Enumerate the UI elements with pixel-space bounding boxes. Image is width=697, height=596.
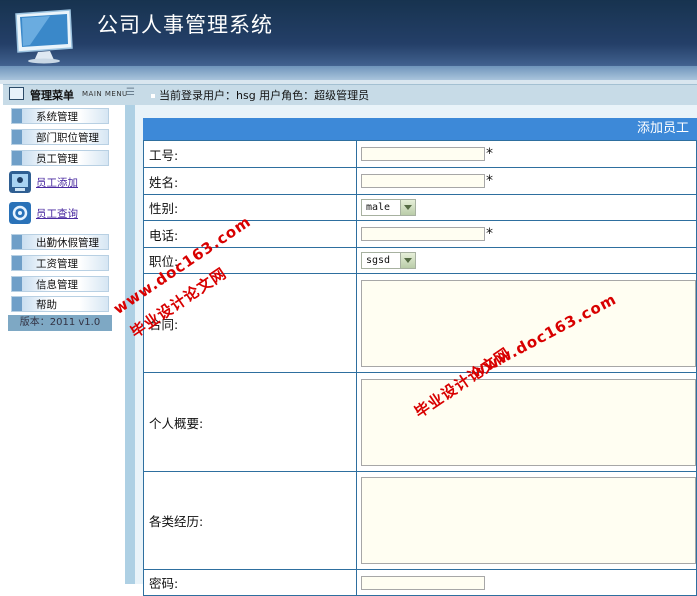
gender-select[interactable]: male bbox=[361, 199, 416, 216]
form-row-position: 职位: sgsd bbox=[143, 247, 697, 274]
sidebar-item-help[interactable]: 帮助 bbox=[11, 296, 109, 312]
form-row-experience: 各类经历: bbox=[143, 471, 697, 570]
sidebar-item-label: 员工管理 bbox=[36, 153, 78, 165]
required-mark: * bbox=[486, 173, 493, 190]
menu-title-en: MAIN MENU bbox=[82, 90, 128, 98]
required-mark: * bbox=[486, 146, 493, 163]
field-cell bbox=[356, 273, 697, 373]
form-row-name: 姓名: * bbox=[143, 167, 697, 195]
sidebar-subitem-employee-search[interactable]: 员工查询 bbox=[9, 202, 119, 228]
form-row-profile: 个人概要: bbox=[143, 372, 697, 472]
name-input[interactable] bbox=[361, 174, 485, 189]
experience-textarea[interactable] bbox=[361, 477, 696, 564]
chevron-down-icon[interactable] bbox=[400, 253, 415, 268]
menu-window-icon bbox=[9, 87, 24, 100]
monitor-logo-icon bbox=[15, 9, 73, 64]
current-user-info: 当前登录用户：hsg 用户角色：超级管理员 bbox=[151, 87, 369, 103]
chevron-down-icon[interactable] bbox=[400, 200, 415, 215]
app-title: 公司人事管理系统 bbox=[97, 13, 273, 37]
field-cell: * bbox=[356, 167, 697, 195]
sidebar-item-label: 系统管理 bbox=[36, 111, 78, 123]
gender-selected-value: male bbox=[366, 202, 391, 213]
sidebar-item-salary[interactable]: 工资管理 bbox=[11, 255, 109, 271]
form-row-gender: 性别: male bbox=[143, 194, 697, 221]
position-selected-value: sgsd bbox=[366, 255, 391, 266]
field-cell: * bbox=[356, 220, 697, 248]
sidebar-subitem-label: 员工添加 bbox=[36, 177, 78, 189]
field-cell bbox=[356, 569, 697, 596]
field-label: 个人概要: bbox=[143, 372, 357, 472]
employee-id-input[interactable] bbox=[361, 147, 485, 162]
menu-title: 管理菜单 bbox=[30, 89, 74, 102]
field-label: 密码: bbox=[143, 569, 357, 596]
menu-divider-icon: ☰ bbox=[126, 87, 135, 98]
form-title: 添加员工 bbox=[143, 118, 697, 140]
required-mark: * bbox=[486, 226, 493, 243]
sidebar-subitem-label: 员工查询 bbox=[36, 208, 78, 220]
field-label: 姓名: bbox=[143, 167, 357, 195]
add-employee-form: 工号: * 姓名: * 性别: male 电话: * 职位: sgsd 合同: … bbox=[143, 140, 697, 596]
field-cell: sgsd bbox=[356, 247, 697, 274]
sidebar: 系统管理 部门职位管理 员工管理 员工添加 员工查询 出勤休假管理 工资管理 信… bbox=[3, 105, 125, 584]
field-label: 性别: bbox=[143, 194, 357, 221]
field-cell: * bbox=[356, 140, 697, 168]
sidebar-item-employee[interactable]: 员工管理 bbox=[11, 150, 109, 166]
form-row-password: 密码: bbox=[143, 569, 697, 596]
version-label: 版本：2011 v1.0 bbox=[8, 315, 112, 331]
profile-textarea[interactable] bbox=[361, 378, 696, 466]
user-info-text: 当前登录用户：hsg 用户角色：超级管理员 bbox=[159, 89, 370, 102]
sidebar-item-label: 部门职位管理 bbox=[36, 132, 99, 144]
employee-add-icon bbox=[9, 171, 31, 193]
field-label: 工号: bbox=[143, 140, 357, 168]
sidebar-splitter bbox=[125, 105, 135, 584]
field-cell bbox=[356, 471, 697, 570]
position-select[interactable]: sgsd bbox=[361, 252, 416, 269]
form-row-contract: 合同: bbox=[143, 273, 697, 373]
sidebar-item-label: 出勤休假管理 bbox=[36, 237, 99, 249]
field-label: 各类经历: bbox=[143, 471, 357, 570]
field-cell: male bbox=[356, 194, 697, 221]
field-cell bbox=[356, 372, 697, 472]
sidebar-item-dept-position[interactable]: 部门职位管理 bbox=[11, 129, 109, 145]
phone-input[interactable] bbox=[361, 227, 485, 242]
sidebar-item-info[interactable]: 信息管理 bbox=[11, 276, 109, 292]
bullet-icon bbox=[151, 94, 155, 98]
sidebar-item-label: 信息管理 bbox=[36, 279, 78, 291]
sidebar-subitem-employee-add[interactable]: 员工添加 bbox=[9, 171, 119, 197]
password-input[interactable] bbox=[361, 576, 485, 591]
sidebar-item-system[interactable]: 系统管理 bbox=[11, 108, 109, 124]
sidebar-item-label: 帮助 bbox=[36, 299, 57, 311]
sidebar-item-label: 工资管理 bbox=[36, 258, 78, 270]
sidebar-item-attendance[interactable]: 出勤休假管理 bbox=[11, 234, 109, 250]
employee-search-icon bbox=[9, 202, 31, 224]
form-row-id: 工号: * bbox=[143, 140, 697, 168]
field-label: 合同: bbox=[143, 273, 357, 373]
